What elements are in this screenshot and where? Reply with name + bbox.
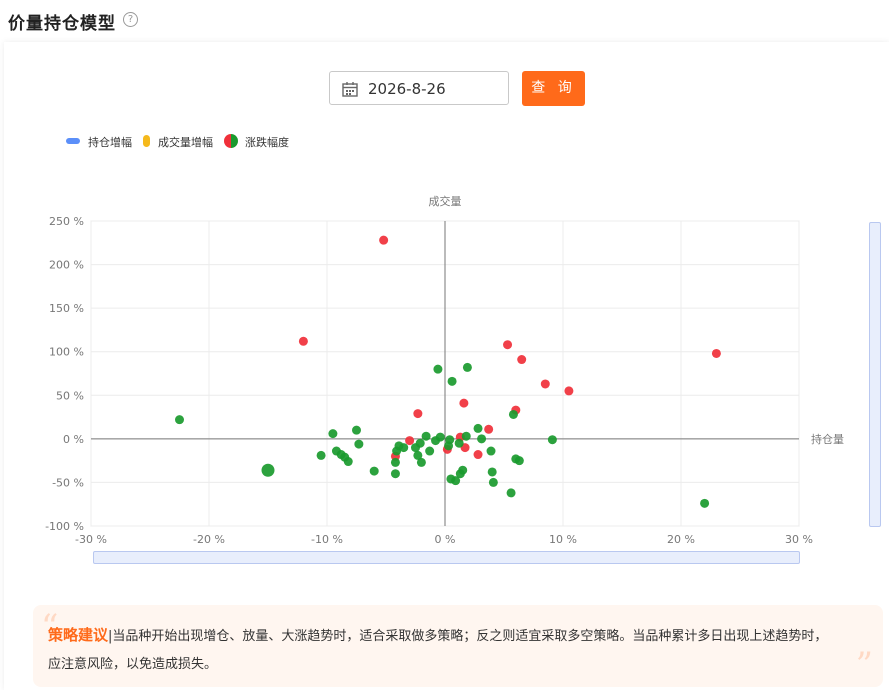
data-point [390, 469, 400, 479]
scatter-chart: -30 % -20 % -10 % 0 % 10 % 20 % 30 % -100 % -50 … [45, 194, 844, 546]
y-tick-label: 100 % [49, 346, 84, 359]
x-tick-label: 20 % [667, 533, 695, 546]
data-point [487, 467, 497, 477]
data-point [298, 336, 308, 346]
strategy-text-block: 策略建议|当品种开始出现增仓、放量、大涨趋势时，适合采取做多策略；反之则适宜采取… [48, 621, 828, 679]
y-tick-label: 0 % [63, 433, 84, 446]
y-zoom-slider[interactable] [869, 222, 881, 527]
y-tick-label: -100 % [45, 520, 84, 533]
data-point [461, 431, 471, 441]
data-point [508, 409, 518, 419]
data-point [540, 379, 550, 389]
data-point [175, 415, 184, 425]
data-point [413, 409, 423, 419]
data-point [444, 441, 454, 451]
data-point [503, 340, 513, 350]
x-tick-label: 10 % [549, 533, 577, 546]
x-tick-label: -30 % [75, 533, 107, 546]
y-tick-label: 150 % [49, 302, 84, 315]
y-tick-label: 50 % [56, 389, 84, 402]
data-point [517, 355, 527, 365]
data-point [433, 364, 443, 374]
data-point [379, 235, 389, 245]
data-point [405, 436, 415, 446]
data-point [343, 457, 353, 467]
data-point [547, 435, 557, 445]
data-point [484, 424, 494, 434]
data-point [399, 443, 409, 453]
data-point [416, 457, 426, 467]
x-tick-label: -10 % [311, 533, 343, 546]
data-point [352, 425, 361, 435]
y-tick-label: 200 % [49, 259, 84, 272]
data-point [447, 376, 457, 386]
y-tick-label: 250 % [49, 215, 84, 228]
data-point [514, 456, 524, 466]
data-point [700, 498, 710, 508]
data-point [415, 438, 425, 448]
data-point [462, 362, 472, 372]
y-axis-title: 成交量 [429, 194, 462, 208]
data-point [354, 439, 364, 449]
data-point [421, 431, 431, 441]
data-point [390, 457, 400, 467]
data-point [564, 386, 574, 396]
x-tick-label: 30 % [785, 533, 813, 546]
data-point [486, 446, 496, 456]
data-point [261, 463, 275, 477]
data-point [506, 488, 516, 498]
x-tick-label: -20 % [193, 533, 225, 546]
strategy-text: |当品种开始出现增仓、放量、大涨趋势时，适合采取做多策略；反之则适宜采取多空策略… [48, 629, 828, 672]
x-axis-title: 持仓量 [811, 432, 844, 446]
strategy-box: “ ” 策略建议|当品种开始出现增仓、放量、大涨趋势时，适合采取做多策略；反之则… [33, 605, 883, 687]
data-point [488, 477, 498, 487]
data-point [455, 469, 465, 479]
data-point [425, 446, 435, 456]
data-point [473, 423, 483, 433]
data-point [435, 432, 445, 442]
data-point [459, 398, 469, 408]
data-point [454, 438, 464, 448]
data-point [328, 429, 338, 439]
data-point [316, 450, 326, 460]
x-zoom-slider[interactable] [93, 551, 800, 564]
data-point [711, 348, 721, 358]
data-point [473, 450, 483, 460]
strategy-heading: 策略建议 [48, 626, 109, 644]
y-tick-label: -50 % [52, 476, 84, 489]
data-point [477, 434, 487, 444]
x-tick-label: 0 % [435, 533, 456, 546]
quote-close-icon: ” [855, 645, 873, 685]
data-point [369, 466, 379, 476]
